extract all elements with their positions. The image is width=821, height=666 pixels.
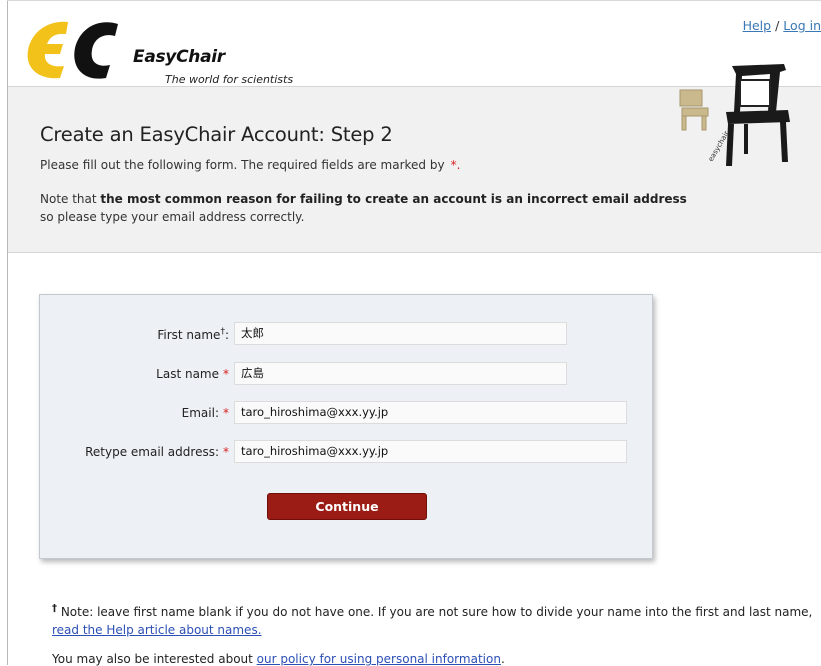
first-name-label-text: First name bbox=[157, 328, 221, 342]
retype-email-input[interactable]: taro_hiroshima@xxx.yy.jp bbox=[234, 440, 627, 463]
email-label-text: Email: bbox=[181, 406, 219, 420]
retype-email-row: Retype email address: * bbox=[0, 440, 229, 466]
email-row: Email: * bbox=[0, 401, 229, 427]
intro-text: Please fill out the following form. The … bbox=[40, 158, 460, 172]
note-suffix: so please type your email address correc… bbox=[40, 210, 305, 224]
footnote-text: Note: leave first name blank if you do n… bbox=[57, 605, 813, 619]
policy-suffix: . bbox=[500, 652, 505, 666]
names-footnote: † Note: leave first name blank if you do… bbox=[52, 600, 821, 639]
note-prefix: Note that bbox=[40, 192, 101, 206]
last-name-input[interactable]: 広島 bbox=[234, 362, 567, 385]
email-required-star: * bbox=[223, 406, 229, 420]
intro-sentence: Please fill out the following form. The … bbox=[40, 158, 445, 172]
retype-email-label-text: Retype email address: bbox=[85, 445, 219, 459]
last-name-required-star: * bbox=[223, 367, 229, 381]
logo-name: EasyChair bbox=[133, 47, 225, 67]
page-top-border bbox=[7, 0, 821, 1]
last-name-row: Last name * bbox=[0, 362, 229, 388]
first-name-colon: : bbox=[224, 328, 229, 342]
policy-note: You may also be interested about our pol… bbox=[52, 652, 505, 666]
chairs-illustration-icon: easychair bbox=[679, 64, 790, 166]
easychair-logo[interactable]: EasyChair The world for scientists bbox=[20, 14, 300, 86]
note-bold: the most common reason for failing to cr… bbox=[100, 192, 687, 206]
retype-email-label: Retype email address: * bbox=[85, 445, 229, 459]
top-links: Help / Log in bbox=[743, 18, 821, 33]
login-link[interactable]: Log in bbox=[783, 18, 821, 33]
policy-prefix: You may also be interested about bbox=[52, 652, 257, 666]
logo-tagline: The world for scientists bbox=[165, 73, 294, 86]
first-name-row: First name†: bbox=[0, 322, 229, 348]
policy-link[interactable]: our policy for using personal informatio… bbox=[257, 652, 501, 666]
continue-button[interactable]: Continue bbox=[267, 493, 427, 520]
page-title: Create an EasyChair Account: Step 2 bbox=[40, 123, 393, 147]
names-help-link[interactable]: read the Help article about names. bbox=[52, 623, 262, 637]
link-separator: / bbox=[775, 18, 780, 33]
required-marker: *. bbox=[450, 158, 461, 172]
retype-email-required-star: * bbox=[223, 445, 229, 459]
email-note: Note that the most common reason for fai… bbox=[40, 190, 700, 226]
first-name-label: First name†: bbox=[157, 327, 229, 342]
email-label: Email: * bbox=[182, 406, 229, 420]
email-input[interactable]: taro_hiroshima@xxx.yy.jp bbox=[234, 401, 627, 424]
first-name-input[interactable]: 太郎 bbox=[234, 322, 567, 345]
last-name-label-text: Last name bbox=[156, 367, 219, 381]
last-name-label: Last name * bbox=[156, 367, 229, 381]
easychair-logo-icon bbox=[27, 21, 118, 79]
help-link[interactable]: Help bbox=[743, 18, 772, 33]
